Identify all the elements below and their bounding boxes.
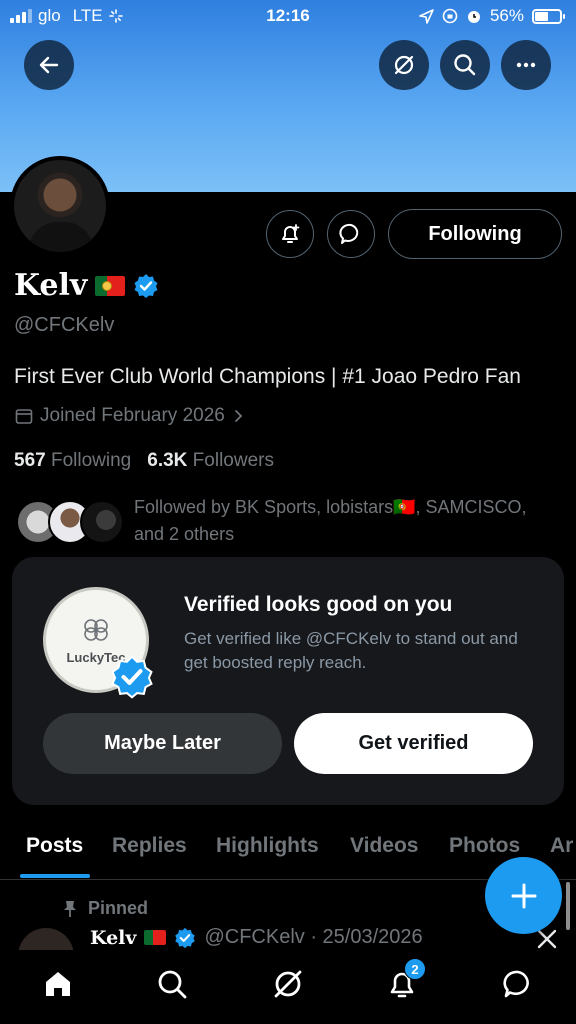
tab-photos[interactable]: Photos [449,834,520,858]
alarm-icon [467,11,480,23]
verified-badge-icon[interactable] [133,273,159,299]
grok-button[interactable] [379,40,429,90]
profile-name: Kelv [14,268,88,303]
chat-bubble-icon [339,223,359,244]
followed-by-avatars[interactable] [16,500,126,546]
followed-by-text[interactable]: Followed by BK Sports, lobistars🇵🇹, SAMC… [134,494,554,548]
grok-icon [274,970,302,998]
search-button[interactable] [440,40,490,90]
pin-icon [64,900,76,917]
tab-videos[interactable]: Videos [350,834,418,858]
followers-count: 6.3K [147,450,188,471]
promo-title: Verified looks good on you [184,593,453,616]
compose-button[interactable] [485,857,562,934]
following-label: Following [50,450,132,471]
following-button[interactable]: Following [388,209,562,259]
orientation-lock-icon [442,8,458,24]
bell-plus-icon [282,224,300,243]
nav-messages[interactable] [498,964,538,1004]
joined-date[interactable]: Joined February 2026 [14,405,245,427]
tab-posts[interactable]: Posts [26,834,83,858]
search-icon [158,970,187,999]
portugal-flag-icon [144,930,167,945]
joined-label: Joined February 2026 [40,405,225,426]
message-button[interactable] [327,210,375,258]
verified-promo-card: LuckyTec Verified looks good on you Get … [12,557,564,805]
post-header: Kelv @CFCKelv · 25/03/2026 [90,926,423,949]
profile-name-row: Kelv [14,268,159,303]
pinned-label: Pinned [88,898,149,918]
portugal-flag-icon [95,275,126,296]
nav-grok[interactable] [268,964,308,1004]
nav-home[interactable] [38,964,78,1004]
grok-icon [394,55,414,75]
calendar-icon [15,409,33,424]
avatar [80,500,124,544]
arrow-left-icon [39,56,59,74]
following-stat[interactable]: 567 Following [14,450,131,472]
chevron-right-icon [234,410,243,422]
clover-logo-icon [84,618,108,641]
post-author-name[interactable]: Kelv [90,927,136,949]
scrollbar[interactable] [566,882,570,930]
nav-notifications[interactable]: 2 [382,958,426,1004]
chat-bubble-icon [503,970,529,998]
nav-explore[interactable] [152,964,192,1004]
profile-tabs: Posts Replies Highlights Videos Photos A… [0,822,576,880]
maybe-later-button[interactable]: Maybe Later [43,713,282,774]
tab-replies[interactable]: Replies [112,834,187,858]
followers-label: Followers [192,450,274,471]
verified-badge-icon [111,655,153,699]
battery-percent: 56% [489,6,524,25]
location-icon [419,8,434,24]
followers-stat[interactable]: 6.3K Followers [147,450,274,472]
profile-avatar[interactable] [10,156,110,256]
search-icon [454,54,476,76]
verified-badge-icon [175,927,196,948]
status-bar: glo LTE 12:16 56% [0,0,576,34]
notifications-toggle-button[interactable] [266,210,314,258]
promo-subtitle: Get verified like @CFCKelv to stand out … [184,629,518,672]
plus-icon [511,883,536,908]
more-icon [516,62,536,68]
more-button[interactable] [501,40,551,90]
tab-articles[interactable]: Ar [550,834,573,858]
active-tab-indicator [20,874,90,878]
profile-bio: First Ever Club World Champions | #1 Joa… [14,365,521,388]
battery-icon [532,8,565,24]
home-icon [46,972,70,996]
follow-stats: 567 Following 6.3K Followers [14,450,274,472]
following-count: 567 [14,450,46,471]
post-handle-date: @CFCKelv · 25/03/2026 [204,926,423,948]
back-button[interactable] [24,40,74,90]
x-logo-icon [537,929,557,949]
profile-handle: @CFCKelv [14,314,115,336]
get-verified-button[interactable]: Get verified [294,713,533,774]
bottom-navigation: 2 [0,950,576,1024]
notification-badge: 2 [404,958,426,980]
tab-highlights[interactable]: Highlights [216,834,319,858]
pinned-indicator: Pinned [62,898,148,919]
